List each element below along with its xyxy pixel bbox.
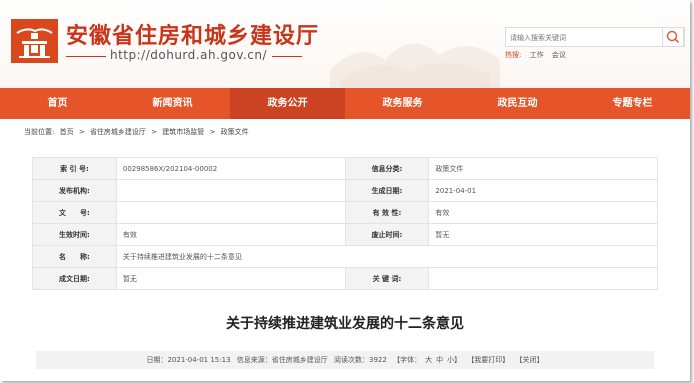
article-meta-bar: 日期：2021-04-01 15:13 信息来源：省住房城乡建设厅 阅读次数：3… bbox=[36, 351, 654, 369]
close-button[interactable]: 【关闭】 bbox=[516, 356, 544, 364]
table-row: 生效时间: 有效 废止时间: 暂无 bbox=[32, 223, 658, 246]
search-input[interactable] bbox=[510, 30, 660, 46]
breadcrumb: 当前位置: 首页 > 省住房城乡建设厅 > 建筑市场监管 > 政策文件 bbox=[24, 127, 252, 137]
site-header: 安徽省住房和城乡建设厅 http://dohurd.ah.gov.cn/ 热搜:… bbox=[0, 0, 690, 88]
breadcrumb-link[interactable]: 首页 bbox=[60, 128, 74, 136]
table-row: 名 称: 关于持续推进建筑业发展的十二条意见 bbox=[32, 245, 659, 268]
info-value bbox=[115, 201, 346, 224]
info-source: 信息来源：省住房城乡建设厅 bbox=[236, 356, 328, 364]
nav-item-gov-affairs[interactable]: 政务公开 bbox=[230, 88, 345, 119]
page-frame: 安徽省住房和城乡建设厅 http://dohurd.ah.gov.cn/ 热搜:… bbox=[0, 0, 690, 381]
view-count: 阅读次数：3922 bbox=[334, 356, 387, 364]
hot-search-label: 热搜: bbox=[505, 51, 522, 59]
nav-item-home[interactable]: 首页 bbox=[0, 88, 115, 119]
main-nav: 首页 新闻资讯 政务公开 政务服务 政民互动 专题专栏 bbox=[0, 88, 690, 119]
article-title: 关于持续推进建筑业发展的十二条意见 bbox=[226, 316, 464, 332]
info-value bbox=[115, 179, 346, 202]
info-value: 暂无 bbox=[428, 223, 658, 246]
nav-item-news[interactable]: 新闻资讯 bbox=[115, 88, 230, 119]
info-label: 生成日期: bbox=[344, 179, 430, 202]
table-row: 成文日期: 暂无 关 键 词: bbox=[32, 267, 658, 290]
url-divider-left bbox=[66, 56, 106, 57]
info-label: 成文日期: bbox=[32, 267, 117, 290]
hot-word-link[interactable]: 工作 bbox=[530, 51, 544, 59]
document-info-table: 索 引 号: 00298586X/202104-00002 信息分类: 政策文件… bbox=[32, 157, 659, 290]
nav-item-interaction[interactable]: 政民互动 bbox=[460, 88, 575, 119]
info-value: 有效 bbox=[428, 201, 658, 224]
logo-emblem-icon[interactable] bbox=[11, 19, 58, 63]
info-label: 有 效 性: bbox=[344, 201, 430, 224]
breadcrumb-separator: > bbox=[78, 128, 85, 136]
nav-item-topics[interactable]: 专题专栏 bbox=[575, 88, 690, 119]
font-size-label: 【字体： bbox=[393, 356, 422, 364]
info-value: 00298586X/202104-00002 bbox=[115, 157, 346, 180]
publish-date: 日期：2021-04-01 15:13 bbox=[146, 356, 231, 364]
info-value: 政策文件 bbox=[428, 157, 658, 180]
print-button[interactable]: 【我要打印】 bbox=[467, 356, 509, 364]
font-medium-button[interactable]: 中 bbox=[436, 356, 443, 364]
info-value: 关于持续推进建筑业发展的十二条意见 bbox=[115, 245, 659, 268]
info-label: 名 称: bbox=[32, 245, 117, 268]
info-value: 2021-04-01 bbox=[428, 179, 658, 202]
site-url: http://dohurd.ah.gov.cn/ bbox=[110, 48, 268, 62]
info-value: 暂无 bbox=[115, 267, 346, 290]
search-icon bbox=[666, 30, 680, 44]
info-label: 废止时间: bbox=[344, 223, 430, 246]
nav-item-services[interactable]: 政务服务 bbox=[345, 88, 460, 119]
site-title[interactable]: 安徽省住房和城乡建设厅 bbox=[66, 18, 319, 50]
search-box bbox=[505, 27, 685, 47]
table-row: 发布机构: 生成日期: 2021-04-01 bbox=[32, 179, 658, 202]
info-label: 信息分类: bbox=[344, 157, 430, 180]
font-small-button[interactable]: 小】 bbox=[447, 356, 461, 364]
url-divider-right bbox=[272, 56, 302, 57]
search-button[interactable] bbox=[662, 27, 684, 47]
info-value: 有效 bbox=[115, 223, 346, 246]
info-label: 索 引 号: bbox=[32, 157, 117, 180]
info-value bbox=[428, 267, 658, 290]
info-label: 文 号: bbox=[32, 201, 117, 224]
breadcrumb-link[interactable]: 建筑市场监管 bbox=[162, 128, 204, 136]
mountain-decoration-icon bbox=[330, 43, 500, 88]
info-label: 生效时间: bbox=[32, 223, 117, 246]
hot-search: 热搜: 工作 会议 bbox=[505, 50, 572, 60]
hot-word-link[interactable]: 会议 bbox=[552, 51, 566, 59]
breadcrumb-separator: > bbox=[151, 128, 158, 136]
breadcrumb-prefix: 当前位置: bbox=[24, 128, 55, 136]
table-row: 文 号: 有 效 性: 有效 bbox=[32, 201, 658, 224]
breadcrumb-separator: > bbox=[209, 128, 216, 136]
breadcrumb-link[interactable]: 省住房城乡建设厅 bbox=[90, 128, 146, 136]
breadcrumb-current[interactable]: 政策文件 bbox=[221, 128, 249, 136]
font-large-button[interactable]: 大 bbox=[425, 356, 432, 364]
info-label: 发布机构: bbox=[32, 179, 117, 202]
info-label: 关 键 词: bbox=[344, 267, 430, 290]
table-row: 索 引 号: 00298586X/202104-00002 信息分类: 政策文件 bbox=[32, 157, 658, 180]
